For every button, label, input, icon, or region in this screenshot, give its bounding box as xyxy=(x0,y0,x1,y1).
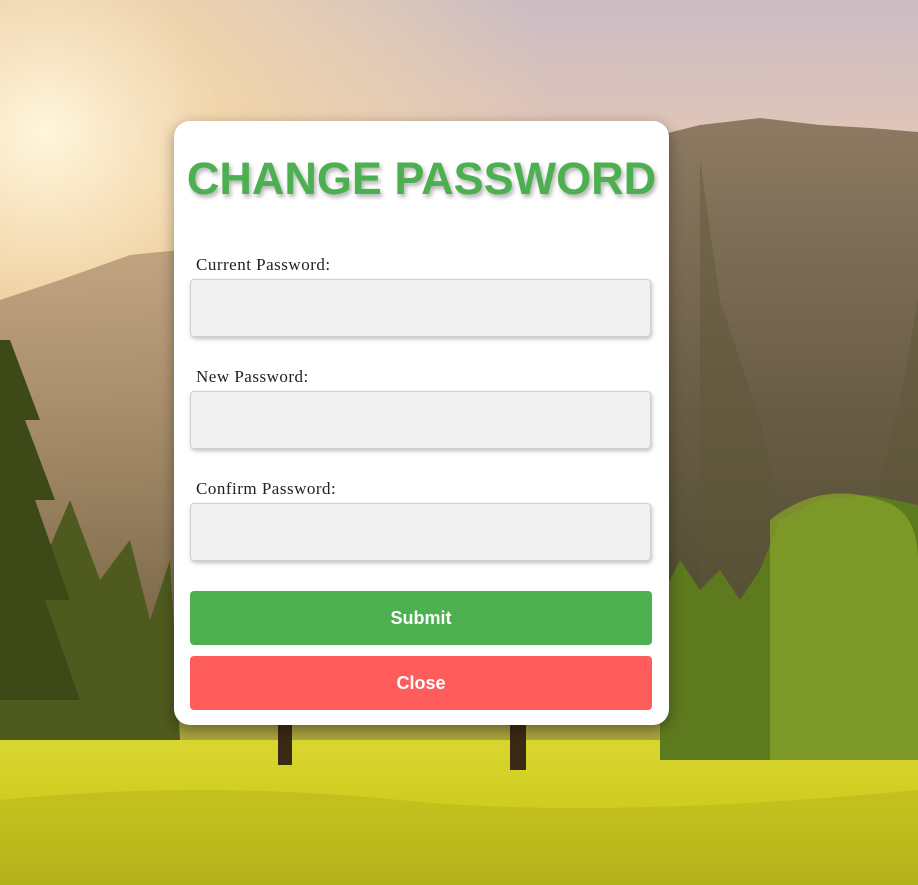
change-password-card: CHANGE PASSWORD Current Password: New Pa… xyxy=(174,121,669,725)
new-password-input[interactable] xyxy=(190,391,651,449)
confirm-password-label: Confirm Password: xyxy=(196,479,337,498)
confirm-password-input[interactable] xyxy=(190,503,651,561)
current-password-label: Current Password: xyxy=(196,255,331,274)
close-button[interactable]: Close xyxy=(190,656,652,710)
page-title: CHANGE PASSWORD xyxy=(186,153,657,204)
submit-button[interactable]: Submit xyxy=(190,591,652,645)
current-password-input[interactable] xyxy=(190,279,651,337)
new-password-label: New Password: xyxy=(196,367,309,386)
